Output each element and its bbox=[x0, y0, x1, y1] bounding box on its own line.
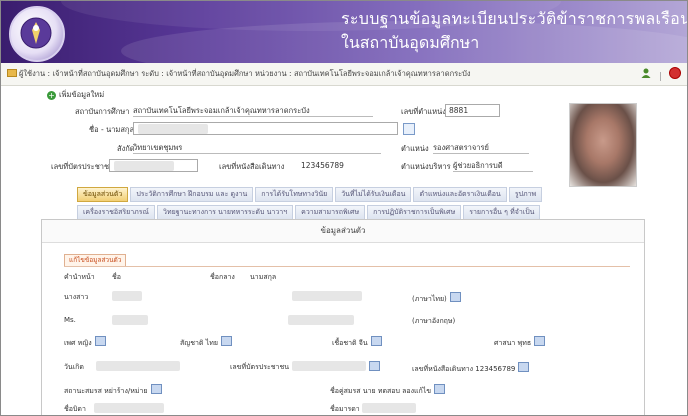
university-seal-icon bbox=[9, 6, 65, 62]
spouse-text: ชื่อคู่สมรส นาย ทดสอบ ลองแก้ไข bbox=[330, 387, 432, 395]
plus-icon: + bbox=[47, 91, 56, 100]
tab-education[interactable]: ประวัติการศึกษา ฝึกอบรม และ ดูงาน bbox=[130, 187, 254, 202]
tab-decorations[interactable]: เครื่องราชอิสริยาภรณ์ bbox=[77, 205, 156, 220]
edit-icon[interactable] bbox=[370, 336, 382, 346]
position-no-label: เลขที่ตำแหน่ง bbox=[401, 107, 446, 116]
tab-special-skills[interactable]: ความสามารถพิเศษ bbox=[295, 205, 366, 220]
tab-bar: ข้อมูลส่วนตัว ประวัติการศึกษา ฝึกอบรม และ… bbox=[77, 187, 687, 223]
app-subtitle: ในสถาบันอุดมศึกษา bbox=[341, 33, 480, 52]
tab-row-1: ข้อมูลส่วนตัว ประวัติการศึกษา ฝึกอบรม และ… bbox=[77, 187, 687, 203]
middle-name-label: ชื่อกลาง bbox=[210, 273, 235, 281]
passport-text: เลขที่หนังสือเดินทาง 123456789 bbox=[412, 365, 516, 373]
name-label: ชื่อ - นามสกุล bbox=[89, 125, 135, 134]
search-icon[interactable] bbox=[403, 123, 415, 135]
father-label: ชื่อบิดา bbox=[64, 405, 86, 413]
edit-icon[interactable] bbox=[369, 361, 380, 371]
last-name-en-blurred bbox=[288, 315, 354, 325]
toolbar-icons: | bbox=[636, 67, 681, 82]
affiliation-label: สังกัด bbox=[117, 144, 135, 153]
first-name-en-blurred bbox=[112, 315, 148, 325]
institution-label: สถาบันการศึกษา bbox=[75, 107, 130, 116]
marital-field: สถานะสมรส หย่าร้าง/หม่าย bbox=[64, 384, 162, 397]
tab-personal-info[interactable]: ข้อมูลส่วนตัว bbox=[77, 187, 129, 202]
profile-photo bbox=[569, 103, 637, 187]
first-name-label: ชื่อ bbox=[112, 273, 121, 281]
tab-position-salary[interactable]: ตำแหน่งและอัตราเงินเดือน bbox=[413, 187, 507, 202]
prefix-th: นางสาว bbox=[64, 293, 89, 301]
citizen-id-label: เลขที่บัตรประชาชน bbox=[51, 162, 115, 171]
thai-lang-text: (ภาษาไทย) bbox=[412, 295, 447, 303]
name-field[interactable] bbox=[133, 122, 398, 135]
citizen-id-field[interactable] bbox=[109, 159, 198, 172]
father-name-blurred bbox=[94, 403, 164, 413]
tab-discipline[interactable]: การได้รับโทษทางวินัย bbox=[255, 187, 334, 202]
mother-label: ชื่อมารดา bbox=[330, 405, 360, 413]
religion-text: ศาสนา พุทธ bbox=[494, 339, 532, 347]
name-value-blurred bbox=[138, 124, 208, 134]
prefix-en: Ms. bbox=[64, 316, 76, 324]
edit-icon[interactable] bbox=[94, 336, 106, 346]
position-label: ตำแหน่ง bbox=[401, 144, 429, 153]
marital-text: สถานะสมรส หย่าร้าง/หม่าย bbox=[64, 387, 148, 395]
race-field: เชื้อชาติ จีน bbox=[332, 336, 382, 349]
first-name-th-blurred bbox=[112, 291, 142, 301]
citizen-id-blurred-2 bbox=[292, 361, 366, 371]
tab-military-rank[interactable]: วิทยฐานะทางการ นายทหารระดับ นาวาฯ bbox=[157, 205, 294, 220]
edit-icon[interactable] bbox=[220, 336, 232, 346]
religion-field: ศาสนา พุทธ bbox=[494, 336, 546, 349]
birthdate-label: วันเกิด bbox=[64, 363, 84, 371]
app-title: ระบบฐานข้อมูลทะเบียนประวัติข้าราชการพลเร… bbox=[341, 9, 687, 28]
divider bbox=[64, 266, 630, 267]
prefix-label: คำนำหน้า bbox=[64, 273, 95, 281]
nationality-field: สัญชาติ ไทย bbox=[180, 336, 232, 349]
add-new-link[interactable]: + เพิ่มข้อมูลใหม่ bbox=[47, 89, 104, 101]
citizen-id-label-2: เลขที่บัตรประชาชน bbox=[230, 363, 290, 371]
tab-special-duty[interactable]: การปฏิบัติราชการเป็นพิเศษ bbox=[367, 205, 462, 220]
edit-icon[interactable] bbox=[518, 362, 530, 372]
last-name-label: นามสกุล bbox=[250, 273, 277, 281]
affiliation-field: วิทยาเขตชุมพร bbox=[133, 142, 381, 154]
sex-text: เพศ หญิง bbox=[64, 339, 92, 347]
birthdate-blurred bbox=[96, 361, 180, 371]
add-new-label: เพิ่มข้อมูลใหม่ bbox=[59, 90, 105, 99]
tab-photo[interactable]: รูปภาพ bbox=[508, 187, 543, 202]
header-banner: ระบบฐานข้อมูลทะเบียนประวัติข้าราชการพลเร… bbox=[1, 1, 687, 63]
position-field: รองศาสตราจารย์ bbox=[433, 142, 529, 154]
logout-icon[interactable] bbox=[669, 67, 681, 79]
position-no-field[interactable]: 8881 bbox=[445, 104, 500, 117]
mother-name-blurred bbox=[362, 403, 416, 413]
tab-unpaid-days[interactable]: วันที่ไม่ได้รับเงินเดือน bbox=[335, 187, 412, 202]
nationality-text: สัญชาติ ไทย bbox=[180, 339, 218, 347]
breadcrumb: ผู้ใช้งาน : เจ้าหน้าที่สถาบันอุดมศึกษา ร… bbox=[5, 68, 471, 80]
last-name-th-blurred bbox=[292, 291, 362, 301]
institution-field: สถาบันเทคโนโลยีพระจอมเกล้าเจ้าคุณทหารลาด… bbox=[133, 105, 373, 117]
app-window: ระบบฐานข้อมูลทะเบียนประวัติข้าราชการพลเร… bbox=[0, 0, 688, 416]
edit-icon[interactable] bbox=[434, 384, 446, 394]
race-text: เชื้อชาติ จีน bbox=[332, 339, 368, 347]
panel-title: ข้อมูลส่วนตัว bbox=[42, 220, 644, 243]
passport-value: 123456789 bbox=[301, 161, 344, 170]
personal-info-panel: ข้อมูลส่วนตัว แก้ไขข้อมูลส่วนตัว คำนำหน้… bbox=[41, 219, 645, 415]
passport-label: เลขที่หนังสือเดินทาง bbox=[219, 162, 285, 171]
admin-position-field: ผู้ช่วยอธิการบดี bbox=[453, 160, 533, 172]
folder-icon bbox=[7, 69, 17, 77]
edit-icon[interactable] bbox=[150, 384, 162, 394]
tab-other-items[interactable]: รายการอื่น ๆ ที่จำเป็น bbox=[463, 205, 541, 220]
admin-position-label: ตำแหน่งบริหาร bbox=[401, 162, 451, 171]
eng-lang-label: (ภาษาอังกฤษ) bbox=[412, 317, 456, 325]
spouse-field: ชื่อคู่สมรส นาย ทดสอบ ลองแก้ไข bbox=[330, 384, 446, 397]
thai-lang-label: (ภาษาไทย) bbox=[412, 292, 461, 305]
breadcrumb-text: ผู้ใช้งาน : เจ้าหน้าที่สถาบันอุดมศึกษา ร… bbox=[19, 69, 471, 78]
sex-field: เพศ หญิง bbox=[64, 336, 106, 349]
edit-icon[interactable] bbox=[534, 336, 546, 346]
user-icon[interactable] bbox=[640, 67, 652, 82]
passport-field: เลขที่หนังสือเดินทาง 123456789 bbox=[412, 362, 530, 375]
edit-icon[interactable] bbox=[449, 292, 461, 302]
citizen-id-blurred bbox=[114, 161, 174, 171]
breadcrumb-bar: ผู้ใช้งาน : เจ้าหน้าที่สถาบันอุดมศึกษา ร… bbox=[1, 63, 687, 86]
